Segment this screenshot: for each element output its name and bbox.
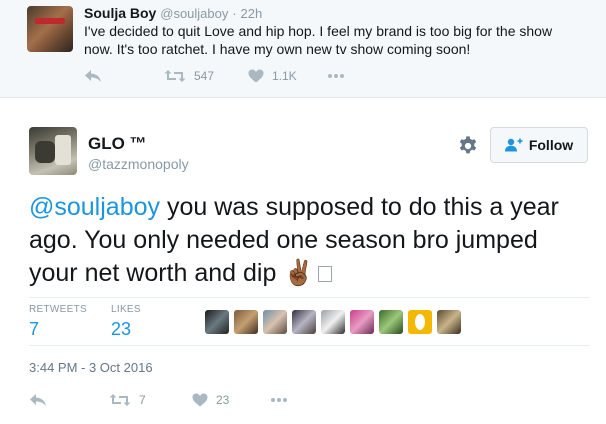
- avatar[interactable]: [408, 310, 432, 334]
- mention-link[interactable]: @souljaboy: [29, 193, 160, 221]
- quoted-action-bar: 547 1.1K: [84, 66, 384, 86]
- retweets-stat[interactable]: RETWEETS 7: [29, 304, 87, 340]
- retweet-count: 7: [139, 393, 146, 407]
- retweets-label: RETWEETS: [29, 304, 87, 315]
- quoted-user-handle[interactable]: @souljaboy: [160, 6, 228, 21]
- heart-icon: [192, 393, 208, 407]
- avatar[interactable]: [29, 127, 77, 175]
- retweet-count: 547: [194, 69, 215, 83]
- avatar[interactable]: [321, 310, 345, 334]
- tweet-action-bar: 7 23: [29, 390, 329, 410]
- like-count: 23: [216, 393, 230, 407]
- likes-count: 23: [111, 319, 132, 339]
- avatar[interactable]: [234, 310, 258, 334]
- tweet-text: @souljaboy you was supposed to do this a…: [29, 191, 589, 290]
- likes-label: LIKES: [111, 304, 141, 315]
- avatar[interactable]: [350, 310, 374, 334]
- avatar[interactable]: [292, 310, 316, 334]
- reply-button[interactable]: [84, 66, 102, 86]
- divider: [29, 297, 589, 298]
- likes-stat[interactable]: LIKES 23: [111, 304, 141, 340]
- reply-icon: [30, 394, 46, 406]
- like-count: 1.1K: [272, 69, 297, 83]
- quoted-user-name[interactable]: Soulja Boy: [84, 5, 156, 21]
- avatar[interactable]: [27, 6, 73, 52]
- divider: [29, 345, 589, 346]
- quoted-time[interactable]: 22h: [241, 6, 263, 21]
- retweet-button[interactable]: 7: [109, 390, 146, 410]
- avatar[interactable]: [437, 310, 461, 334]
- gear-icon[interactable]: [457, 135, 479, 157]
- retweets-count: 7: [29, 319, 40, 339]
- user-handle[interactable]: @tazzmonopoly: [88, 156, 189, 172]
- like-button[interactable]: 23: [192, 390, 229, 410]
- heart-icon: [248, 69, 264, 83]
- follow-person-icon: [504, 138, 523, 152]
- avatar[interactable]: [263, 310, 287, 334]
- user-name[interactable]: GLO ™: [88, 134, 147, 154]
- reply-button[interactable]: [29, 390, 47, 410]
- retweet-icon: [164, 70, 186, 82]
- retweet-icon: [109, 394, 131, 406]
- tweet-timestamp[interactable]: 3:44 PM - 3 Oct 2016: [29, 360, 153, 375]
- follow-label: Follow: [528, 137, 574, 153]
- more-icon: [328, 74, 344, 78]
- more-icon: [271, 398, 287, 402]
- separator: ·: [232, 6, 237, 21]
- avatar[interactable]: [205, 310, 229, 334]
- missing-glyph-box: [318, 266, 333, 283]
- quoted-tweet-text: I've decided to quit Love and hip hop. I…: [84, 23, 553, 57]
- more-button[interactable]: [327, 66, 345, 86]
- like-button[interactable]: 1.1K: [248, 66, 297, 86]
- emoji: ✌🏾: [283, 259, 315, 287]
- avatar[interactable]: [379, 310, 403, 334]
- more-button[interactable]: [270, 390, 288, 410]
- follow-button[interactable]: Follow: [490, 127, 588, 163]
- reply-icon: [85, 70, 101, 82]
- retweet-button[interactable]: 547: [164, 66, 214, 86]
- quoted-tweet[interactable]: Soulja Boy @souljaboy · 22h I've decided…: [0, 0, 606, 98]
- quoted-header: Soulja Boy @souljaboy · 22h: [84, 5, 262, 21]
